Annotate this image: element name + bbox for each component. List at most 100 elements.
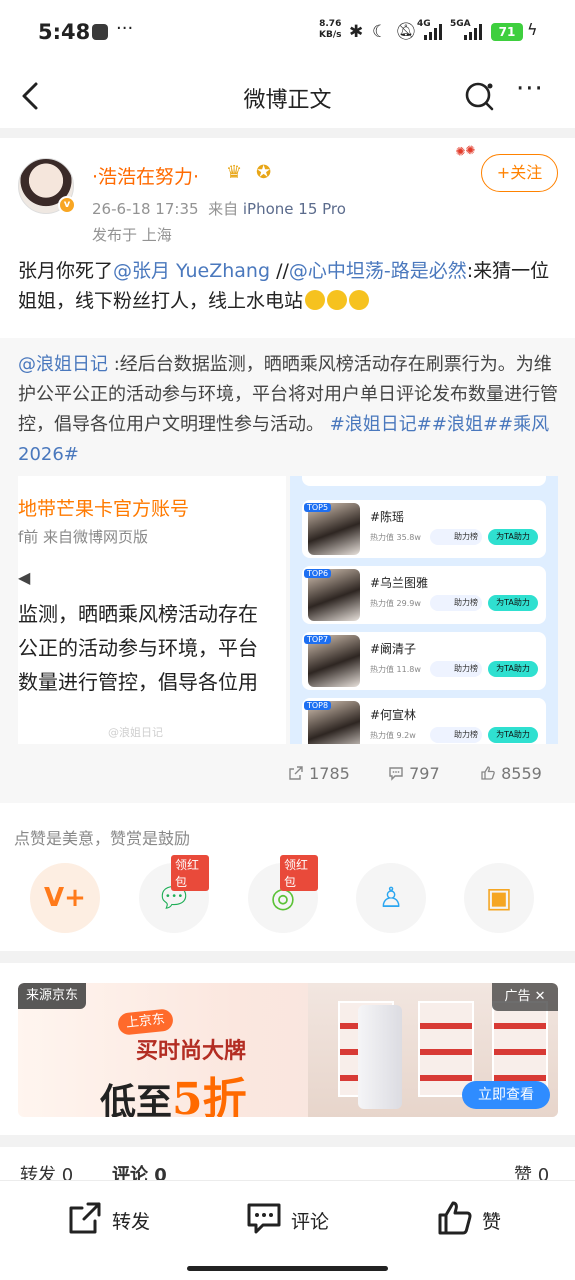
post-location: 发布于 上海 [92, 226, 172, 244]
like-button[interactable]: 赞 [436, 1199, 526, 1239]
pic-line: 公正的活动参与环境，平台 [18, 636, 258, 660]
repost-stats: 1785 797 8559 [0, 758, 575, 792]
image-2[interactable]: TOP5 #陈瑶 热力值 35.8w 助力榜 为TA助力 TOP6 #乌兰图雅 … [290, 476, 558, 744]
pic-title: 地带芒果卡官方账号 [18, 498, 190, 520]
like-count-value: 8559 [501, 764, 542, 783]
rank-help: 助力榜 [430, 661, 482, 677]
post-text-a: 张月你死了 [18, 260, 114, 282]
emoji-icon [349, 290, 370, 310]
follow-button[interactable]: +关注 [481, 154, 558, 192]
like-count[interactable]: 8559 [480, 764, 542, 783]
rank-badge: TOP8 [304, 701, 332, 710]
v-plus-icon: V+ [44, 883, 86, 913]
ad-source-label: 来源京东 [18, 983, 87, 1009]
net-speed: 8.76 KB/s [319, 19, 341, 41]
share-icon [289, 766, 303, 780]
rank-badge: TOP6 [304, 569, 332, 578]
username[interactable]: ·浩浩在努力· [92, 162, 199, 189]
share-qq-button[interactable]: ♙ [356, 863, 426, 933]
home-indicator[interactable] [187, 1266, 388, 1271]
rank-help: 助力榜 [430, 727, 482, 743]
battery-level: 71 [491, 23, 523, 41]
rank-name: #何宣林 [370, 708, 417, 722]
signal-icon [424, 24, 444, 40]
share-moments-button[interactable]: ◎ 领红包 [248, 855, 318, 933]
rank-card-partial [302, 476, 546, 486]
share-wechat-button[interactable]: 💬︎ 领红包 [139, 855, 209, 933]
pic-line: 数量进行管控，倡导各位用 [18, 670, 258, 694]
fan-badge-icon: ✪ [256, 162, 272, 183]
divider [0, 1135, 575, 1147]
ad-discount-prefix: 低至 [100, 1081, 173, 1117]
post-content: 张月你死了@张月 YueZhang //@心中坦荡-路是必然:来猜一位姐姐，线下… [18, 256, 558, 316]
moon-icon: ☾ [372, 22, 388, 42]
bluetooth-icon: ✱ [349, 22, 364, 42]
comment-button[interactable]: 评论 [245, 1199, 355, 1239]
reward-button[interactable]: V+ [30, 863, 100, 933]
mention-link[interactable]: @张月 YueZhang [113, 260, 270, 282]
rank-button: 为TA助力 [488, 595, 538, 611]
ad-banner[interactable]: 来源京东 上京东 买时尚大牌 低至5折 广告 ✕ 立即查看 [18, 983, 558, 1117]
rank-card: TOP6 #乌兰图雅 热力值 29.9w 助力榜 为TA助力 [302, 566, 546, 624]
reposted-content[interactable]: @浪姐日记 :经后台数据监测，晒晒乘风榜活动存在刷票行为。为维护公平公正的活动参… [0, 338, 575, 803]
pic-line: 监测，晒晒乘风榜活动存在 [18, 602, 258, 626]
divider [0, 951, 575, 963]
emoji-icon [327, 290, 348, 310]
crown-icon: ♛ [226, 162, 243, 183]
mute-icon: 🔕︎ [395, 22, 417, 42]
comment-label: 评论 [291, 1211, 330, 1233]
like-label: 赞 [482, 1211, 502, 1233]
comment-icon [389, 767, 403, 781]
qq-icon: ♙ [378, 881, 404, 914]
rank-button: 为TA助力 [488, 661, 538, 677]
save-image-button[interactable]: ▣ [464, 863, 534, 933]
post-device[interactable]: iPhone 15 Pro [243, 200, 346, 218]
ad-brand-badge: 上京东 [117, 1008, 175, 1036]
post-time: 26-6-18 17:35 [92, 200, 199, 218]
rank-card: TOP8 #何宣林 热力值 9.2w 助力榜 为TA助力 [302, 698, 546, 744]
pic-subtitle: f前 来自微博网页版 [18, 528, 149, 546]
hongbao-badge: 领红包 [171, 855, 209, 891]
image-download-icon: ▣ [485, 881, 513, 914]
rank-heat: 热力值 35.8w [370, 533, 421, 542]
repost-mention-link[interactable]: @浪姐日记 [18, 354, 108, 375]
rank-card: TOP5 #陈瑶 热力值 35.8w 助力榜 为TA助力 [302, 500, 546, 558]
ad-shelf [418, 1001, 474, 1097]
comment-icon [247, 1203, 281, 1234]
divider [0, 128, 575, 138]
verified-badge-icon: v [58, 196, 76, 214]
rank-help: 助力榜 [430, 595, 482, 611]
comment-count[interactable]: 797 [388, 764, 440, 783]
post-text-b: // [270, 260, 289, 282]
speaker-icon: ◀ [18, 568, 31, 587]
post-card: v ·浩浩在努力· ♛ ✪ 26-6-18 17:35 来自 iPhone 15… [0, 138, 575, 803]
ad-close-button[interactable]: 广告 ✕ [492, 983, 558, 1011]
rank-heat: 热力值 29.9w [370, 599, 421, 608]
clock: 5:48 [38, 20, 91, 44]
rank-heat: 热力值 11.8w [370, 665, 421, 674]
ad-discount: 低至5折 [100, 1063, 247, 1117]
rank-badge: TOP5 [304, 503, 332, 512]
bottom-action-bar: 转发 评论 赞 [0, 1180, 575, 1280]
more-button[interactable]: ··· [516, 74, 544, 104]
image-1[interactable]: 地带芒果卡官方账号 f前 来自微博网页版 ◀ 监测，晒晒乘风榜活动存在 公正的活… [18, 476, 286, 744]
app-notification-icon [92, 24, 108, 40]
rank-name: #乌兰图雅 [370, 576, 429, 590]
repost-count[interactable]: 1785 [288, 764, 350, 783]
charging-icon: ϟ [527, 20, 538, 39]
ad-cta-button[interactable]: 立即查看 [462, 1081, 550, 1109]
nav-bar: 微博正文 ··· [0, 64, 575, 128]
mention-link-2[interactable]: @心中坦荡-路是必然 [289, 260, 467, 282]
ad-discount-value: 5折 [172, 1074, 247, 1117]
repost-button[interactable]: 转发 [66, 1199, 176, 1239]
ad-headline: 买时尚大牌 [136, 1038, 247, 1064]
share-icon [69, 1202, 101, 1234]
rank-card: TOP7 #阚清子 热力值 11.8w 助力榜 为TA助力 [302, 632, 546, 690]
search-button[interactable] [462, 78, 498, 114]
rank-name: #陈瑶 [370, 510, 405, 524]
image-grid: 地带芒果卡官方账号 f前 来自微博网页版 ◀ 监测，晒晒乘风榜活动存在 公正的活… [18, 476, 558, 744]
rank-button: 为TA助力 [488, 727, 538, 743]
source-prefix: 来自 [208, 200, 239, 218]
post-meta: 26-6-18 17:35 来自 iPhone 15 Pro [92, 198, 346, 219]
search-icon [465, 82, 494, 111]
